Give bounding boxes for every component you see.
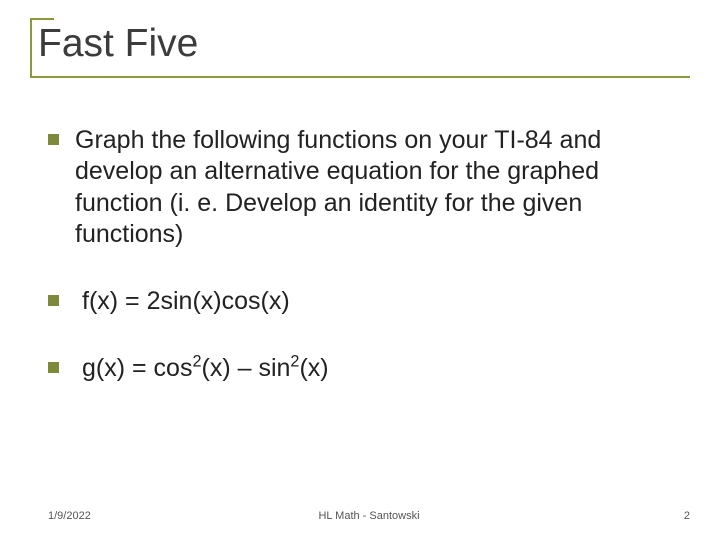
footer-center: HL Math - Santowski <box>48 510 690 522</box>
slide: Fast Five Graph the following functions … <box>0 0 720 540</box>
bullet-text: Graph the following functions on your TI… <box>75 125 680 250</box>
title-block: Fast Five <box>30 18 690 78</box>
square-bullet-icon <box>48 134 59 145</box>
content-area: Graph the following functions on your TI… <box>48 125 680 421</box>
footer-date: 1/9/2022 <box>48 510 91 522</box>
bullet-item: f(x) = 2sin(x)cos(x) <box>48 286 680 317</box>
footer: 1/9/2022 HL Math - Santowski 2 <box>48 510 690 522</box>
square-bullet-icon <box>48 362 59 373</box>
bullet-item: g(x) = cos2(x) – sin2(x) <box>48 353 680 384</box>
bullet-text: g(x) = cos2(x) – sin2(x) <box>75 353 680 384</box>
slide-title: Fast Five <box>30 18 690 76</box>
bullet-item: Graph the following functions on your TI… <box>48 125 680 250</box>
square-bullet-icon <box>48 295 59 306</box>
title-rule-bottom <box>30 76 690 78</box>
bullet-text: f(x) = 2sin(x)cos(x) <box>75 286 680 317</box>
footer-page-number: 2 <box>684 510 690 522</box>
